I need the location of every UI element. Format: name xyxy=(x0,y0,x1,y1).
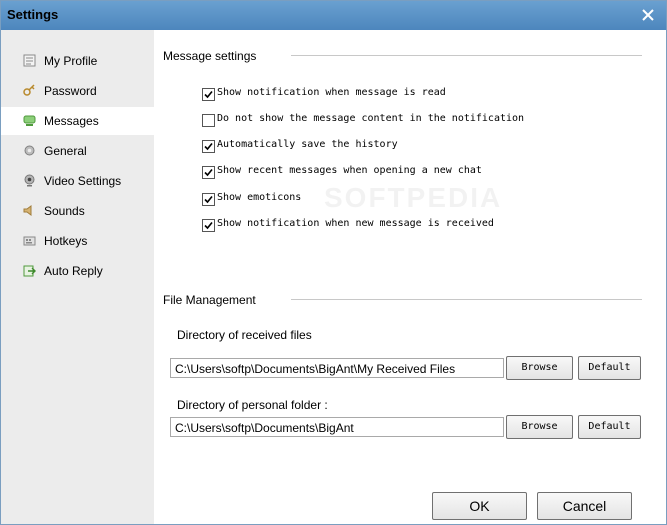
checkbox-checked[interactable] xyxy=(202,88,215,101)
sidebar-item-label: Hotkeys xyxy=(44,234,88,248)
sidebar-item-hotkeys[interactable]: Hotkeys xyxy=(1,227,154,255)
option-label: Show notification when new message is re… xyxy=(217,218,494,229)
messages-panel: SOFTPEDIA Message settings Show notifica… xyxy=(154,30,666,524)
option-label: Show notification when message is read xyxy=(217,87,446,98)
sidebar-item-sounds[interactable]: Sounds xyxy=(1,197,154,225)
sidebar-item-label: General xyxy=(44,144,87,158)
ok-button[interactable]: OK xyxy=(432,492,527,520)
checkbox-checked[interactable] xyxy=(202,166,215,179)
received-default-button[interactable]: Default xyxy=(578,356,641,380)
settings-sidebar: My Profile Password Messages General Vid… xyxy=(1,30,154,524)
file-management-heading: File Management xyxy=(163,293,256,307)
option-label: Do not show the message content in the n… xyxy=(217,113,525,124)
checkbox-checked[interactable] xyxy=(202,219,215,232)
message-settings-divider xyxy=(291,55,642,56)
sidebar-item-my-profile[interactable]: My Profile xyxy=(1,47,154,75)
personal-default-button[interactable]: Default xyxy=(578,415,641,439)
window-title: Settings xyxy=(7,7,59,22)
sidebar-item-label: My Profile xyxy=(44,54,98,68)
personal-browse-button[interactable]: Browse xyxy=(506,415,573,439)
file-management-divider xyxy=(291,299,642,300)
sidebar-item-label: Auto Reply xyxy=(44,264,103,278)
option-label: Show recent messages when opening a new … xyxy=(217,165,482,176)
personal-folder-label: Directory of personal folder : xyxy=(177,398,328,412)
gear-icon xyxy=(24,145,35,156)
settings-window: Settings My Profile Password Messages Ge… xyxy=(0,0,667,525)
webcam-icon xyxy=(24,174,35,187)
received-files-path-input[interactable]: C:\Users\softp\Documents\BigAnt\My Recei… xyxy=(170,358,504,378)
sidebar-item-label: Password xyxy=(44,84,97,98)
option-label: Automatically save the history xyxy=(217,139,398,150)
key-icon xyxy=(23,84,35,96)
sidebar-item-label: Sounds xyxy=(44,204,85,218)
option-label: Show emoticons xyxy=(217,192,302,203)
checkbox-checked[interactable] xyxy=(202,140,215,153)
received-browse-button[interactable]: Browse xyxy=(506,356,573,380)
sidebar-item-label: Video Settings xyxy=(44,174,122,188)
watermark-text: SOFTPEDIA xyxy=(324,182,503,213)
checkbox-checked[interactable] xyxy=(202,193,215,206)
title-bar[interactable]: Settings xyxy=(1,1,666,30)
cancel-button[interactable]: Cancel xyxy=(537,492,632,520)
reply-icon xyxy=(23,265,36,277)
received-files-label: Directory of received files xyxy=(177,328,312,342)
close-icon[interactable] xyxy=(640,7,656,23)
sidebar-item-general[interactable]: General xyxy=(1,137,154,165)
message-icon xyxy=(23,115,36,126)
sidebar-item-label: Messages xyxy=(44,114,99,128)
sidebar-item-auto-reply[interactable]: Auto Reply xyxy=(1,257,154,285)
message-settings-heading: Message settings xyxy=(163,49,257,63)
checkbox-unchecked[interactable] xyxy=(202,114,215,127)
personal-folder-path-input[interactable]: C:\Users\softp\Documents\BigAnt xyxy=(170,417,504,437)
keyboard-icon xyxy=(23,236,36,246)
sidebar-item-password[interactable]: Password xyxy=(1,77,154,105)
profile-card-icon xyxy=(23,54,36,67)
sidebar-item-messages[interactable]: Messages xyxy=(1,107,154,135)
sidebar-item-video-settings[interactable]: Video Settings xyxy=(1,167,154,195)
speaker-icon xyxy=(23,205,32,216)
